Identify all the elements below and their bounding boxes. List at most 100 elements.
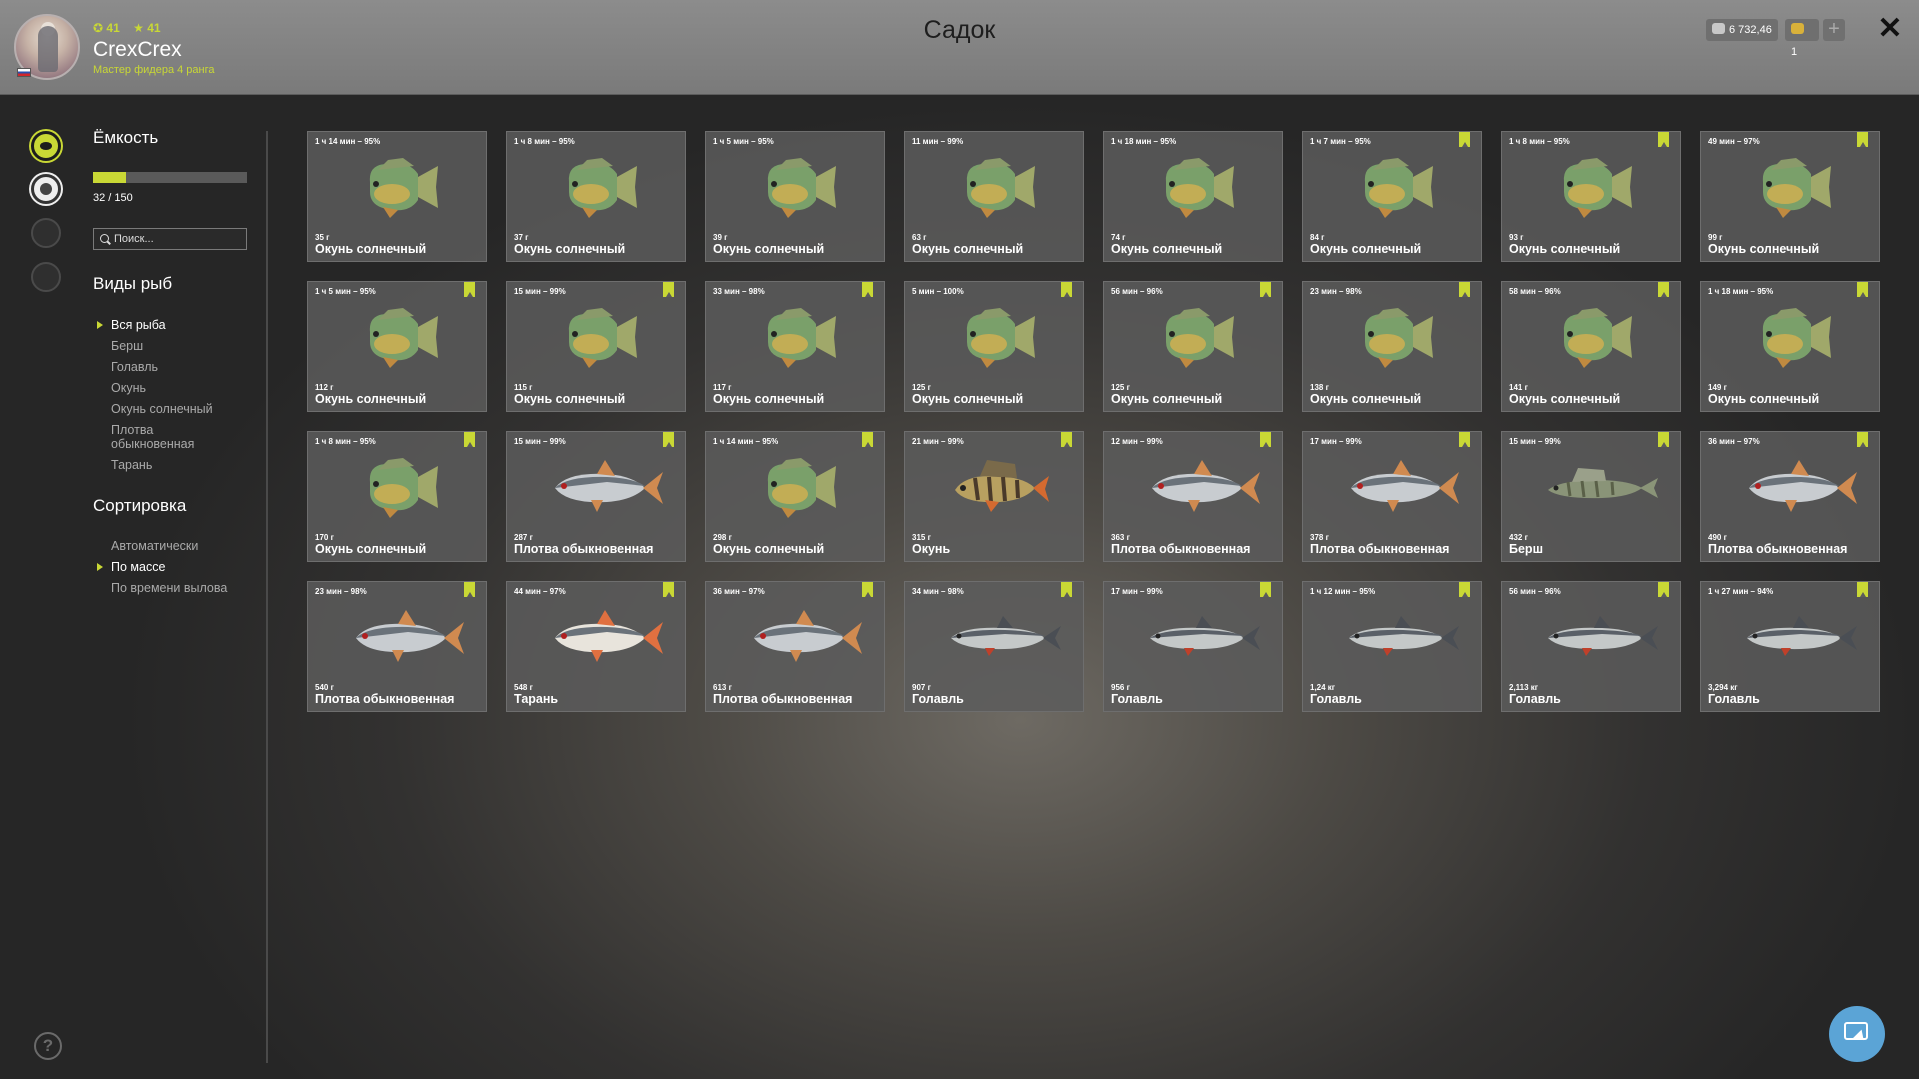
fish-name: Плотва обыкновенная [514,542,654,556]
sort-by-weight[interactable]: По массе [97,560,271,574]
bookmark-icon[interactable] [1459,582,1470,597]
bookmark-icon[interactable] [663,432,674,447]
bookmark-icon[interactable] [1857,132,1868,147]
catch-time-freshness: 36 мин – 97% [1708,437,1760,446]
species-filter-chub[interactable]: Голавль [111,360,271,374]
bookmark-icon[interactable] [1260,432,1271,447]
species-filter-sunfish[interactable]: Окунь солнечный [111,402,271,416]
fish-card[interactable]: 1 ч 27 мин – 94% 3,294 кг Голавль [1700,581,1880,712]
bookmark-icon[interactable] [1061,432,1072,447]
bookmark-icon[interactable] [1658,582,1669,597]
fish-card[interactable]: 33 мин – 98% 117 г Окунь солнечный [705,281,885,412]
bookmark-icon[interactable] [1857,282,1868,297]
bookmark-icon[interactable] [1260,282,1271,297]
fish-card[interactable]: 36 мин – 97% 613 г Плотва обыкновенная [705,581,885,712]
home-icon[interactable] [31,262,61,292]
fish-card[interactable]: 17 мин – 99% 956 г Голавль [1103,581,1283,712]
cursor-mode-button[interactable] [1829,1006,1885,1062]
fish-card[interactable]: 15 мин – 99% 115 г Окунь солнечный [506,281,686,412]
bookmark-icon[interactable] [464,432,475,447]
bookmark-icon[interactable] [464,582,475,597]
fish-weight: 956 г [1111,683,1130,692]
species-filter-bersh[interactable]: Берш [111,339,271,353]
bookmark-icon[interactable] [1459,432,1470,447]
bookmark-icon[interactable] [1658,132,1669,147]
species-filter-perch[interactable]: Окунь [111,381,271,395]
fish-name: Окунь солнечный [514,392,626,406]
fish-weight: 39 г [713,233,728,242]
fish-card[interactable]: 34 мин – 98% 907 г Голавль [904,581,1084,712]
bookmark-icon[interactable] [1061,282,1072,297]
species-filter-taran[interactable]: Тарань [111,458,271,472]
gold-balance[interactable]: 1 [1785,19,1819,58]
fish-card[interactable]: 1 ч 12 мин – 95% 1,24 кг Голавль [1302,581,1482,712]
fish-weight: 37 г [514,233,529,242]
species-filter-all[interactable]: Вся рыба [97,318,271,332]
fish-weight: 378 г [1310,533,1329,542]
bookmark-icon[interactable] [862,432,873,447]
bookmark-icon[interactable] [862,582,873,597]
russian-flag-icon [17,68,31,77]
bookmark-icon[interactable] [663,282,674,297]
bookmark-icon[interactable] [1260,582,1271,597]
fish-weight: 2,113 кг [1509,683,1539,692]
fish-card[interactable]: 1 ч 5 мин – 95% 112 г Окунь солнечный [307,281,487,412]
sort-by-time[interactable]: По времени вылова [111,581,271,595]
silver-balance[interactable]: 6 732,46 [1706,19,1778,41]
bookmark-icon[interactable] [862,282,873,297]
bookmark-icon[interactable] [663,582,674,597]
fish-card[interactable]: 12 мин – 99% 363 г Плотва обыкновенная [1103,431,1283,562]
fish-card[interactable]: 11 мин – 99% 63 г Окунь солнечный [904,131,1084,262]
fish-card[interactable]: 56 мин – 96% 2,113 кг Голавль [1501,581,1681,712]
bookmark-icon[interactable] [1658,282,1669,297]
keepnet-fish-icon[interactable] [31,131,61,161]
fish-weight: 170 г [315,533,334,542]
fish-name: Окунь солнечный [315,542,427,556]
add-currency-button[interactable]: + [1823,19,1845,41]
bookmark-icon[interactable] [1857,582,1868,597]
fish-name: Голавль [1708,692,1760,706]
fish-card[interactable]: 1 ч 7 мин – 95% 84 г Окунь солнечный [1302,131,1482,262]
fish-card[interactable]: 1 ч 18 мин – 95% 74 г Окунь солнечный [1103,131,1283,262]
fish-weight: 3,294 кг [1708,683,1738,692]
fish-card[interactable]: 56 мин – 96% 125 г Окунь солнечный [1103,281,1283,412]
fish-card[interactable]: 23 мин – 98% 540 г Плотва обыкновенная [307,581,487,712]
bookmark-icon[interactable] [1658,432,1669,447]
bookmark-icon[interactable] [1459,132,1470,147]
fish-card[interactable]: 44 мин – 97% 548 г Тарань [506,581,686,712]
fish-card[interactable]: 1 ч 8 мин – 95% 93 г Окунь солнечный [1501,131,1681,262]
fish-card[interactable]: 1 ч 8 мин – 95% 170 г Окунь солнечный [307,431,487,562]
fish-card[interactable]: 17 мин – 99% 378 г Плотва обыкновенная [1302,431,1482,562]
fish-name: Голавль [912,692,964,706]
sort-auto[interactable]: Автоматически [111,539,271,553]
fish-card[interactable]: 58 мин – 96% 141 г Окунь солнечный [1501,281,1681,412]
fish-card[interactable]: 49 мин – 97% 99 г Окунь солнечный [1700,131,1880,262]
fish-card[interactable]: 1 ч 18 мин – 95% 149 г Окунь солнечный [1700,281,1880,412]
fish-card[interactable]: 1 ч 5 мин – 95% 39 г Окунь солнечный [705,131,885,262]
help-button[interactable]: ? [34,1032,62,1060]
fish-name: Окунь солнечный [514,242,626,256]
fish-card[interactable]: 15 мин – 99% 432 г Берш [1501,431,1681,562]
bookmark-icon[interactable] [464,282,475,297]
catch-time-freshness: 5 мин – 100% [912,287,964,296]
fish-card[interactable]: 1 ч 14 мин – 95% 35 г Окунь солнечный [307,131,487,262]
trophy-icon[interactable] [31,174,61,204]
fish-card[interactable]: 1 ч 8 мин – 95% 37 г Окунь солнечный [506,131,686,262]
fish-card[interactable]: 21 мин – 99% 315 г Окунь [904,431,1084,562]
fish-weight: 315 г [912,533,931,542]
fish-card[interactable]: 1 ч 14 мин – 95% 298 г Окунь солнечный [705,431,885,562]
fish-card[interactable]: 36 мин – 97% 490 г Плотва обыкновенная [1700,431,1880,562]
fish-card[interactable]: 15 мин – 99% 287 г Плотва обыкновенная [506,431,686,562]
bookmark-icon[interactable] [1459,282,1470,297]
close-button[interactable]: ✕ [1875,14,1905,44]
fire-icon[interactable] [31,218,61,248]
bookmark-icon[interactable] [1857,432,1868,447]
search-input[interactable]: Поиск... [93,228,247,250]
fish-card[interactable]: 23 мин – 98% 138 г Окунь солнечный [1302,281,1482,412]
species-filter-roach[interactable]: Плотва обыкновенная [111,423,211,451]
bookmark-icon[interactable] [1061,582,1072,597]
fish-weight: 63 г [912,233,927,242]
fish-card[interactable]: 5 мин – 100% 125 г Окунь солнечный [904,281,1084,412]
catch-time-freshness: 1 ч 8 мин – 95% [315,437,376,446]
fish-weight: 298 г [713,533,732,542]
